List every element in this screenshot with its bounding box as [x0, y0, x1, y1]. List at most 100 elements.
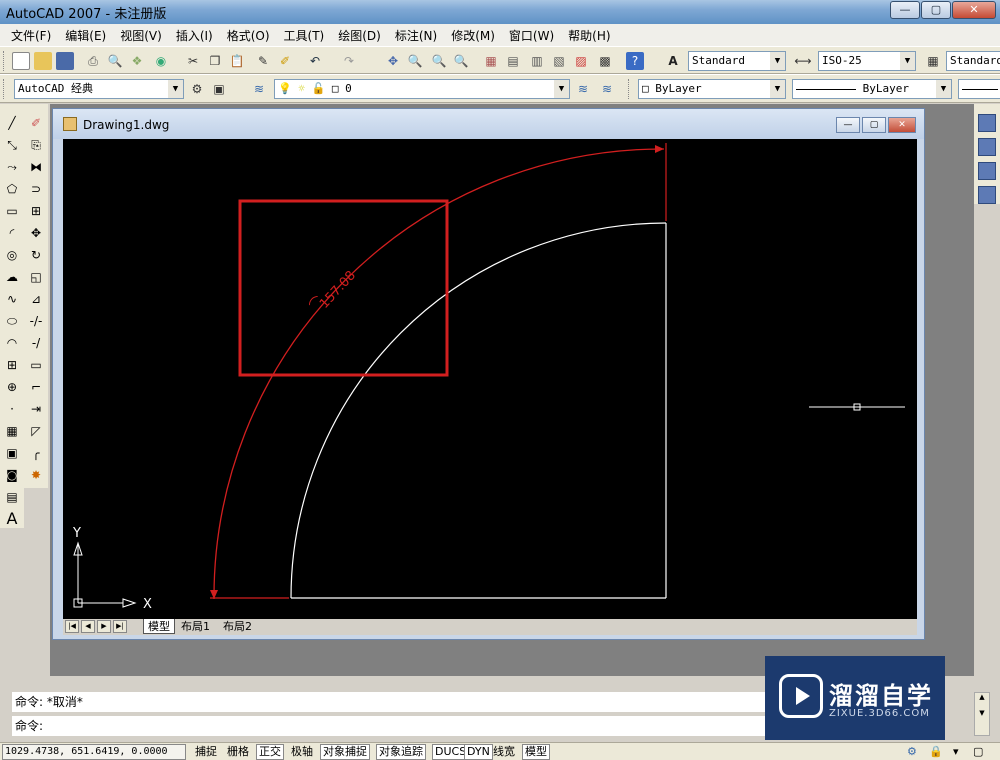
- copy-icon[interactable]: ❐: [206, 52, 224, 70]
- rotate-icon[interactable]: ↻: [27, 246, 45, 264]
- prev-tab-button[interactable]: ◀: [81, 620, 95, 633]
- circle-icon[interactable]: ◎: [3, 246, 21, 264]
- menu-draw[interactable]: 绘图(D): [331, 27, 388, 44]
- match-properties-icon[interactable]: ✎: [254, 52, 272, 70]
- text-style-icon[interactable]: A: [664, 52, 682, 70]
- point-icon[interactable]: ·: [3, 400, 21, 418]
- rectangle-icon[interactable]: ▭: [3, 202, 21, 220]
- mirror-icon[interactable]: ⧓: [27, 158, 45, 176]
- linetype-select[interactable]: ByLayer ▼: [792, 79, 952, 99]
- grid-toggle[interactable]: 栅格: [224, 744, 252, 760]
- lineweight-select[interactable]: [958, 79, 1000, 99]
- erase-icon[interactable]: ✐: [27, 114, 45, 132]
- menu-file[interactable]: 文件(F): [4, 27, 58, 44]
- spline-icon[interactable]: ∿: [3, 290, 21, 308]
- zoom-window-icon[interactable]: 🔍: [430, 52, 448, 70]
- drawing-minimize-button[interactable]: —: [836, 117, 860, 133]
- toolbar-grip[interactable]: [628, 79, 631, 99]
- color-select[interactable]: □ ByLayer ▼: [638, 79, 786, 99]
- close-button[interactable]: ✕: [952, 1, 996, 19]
- calculator-icon[interactable]: ▩: [596, 52, 614, 70]
- new-file-icon[interactable]: [12, 52, 30, 70]
- toolbar-grip[interactable]: [3, 51, 6, 71]
- properties-icon[interactable]: ▦: [482, 52, 500, 70]
- open-file-icon[interactable]: [34, 52, 52, 70]
- ellipse-arc-icon[interactable]: ◠: [3, 334, 21, 352]
- menu-help[interactable]: 帮助(H): [561, 27, 617, 44]
- coordinate-readout[interactable]: 1029.4738, 651.6419, 0.0000: [2, 744, 186, 760]
- next-tab-button[interactable]: ▶: [97, 620, 111, 633]
- web-icon[interactable]: ◉: [152, 52, 170, 70]
- first-tab-button[interactable]: |◀: [65, 620, 79, 633]
- command-scrollbar[interactable]: ▲ ▼: [974, 692, 990, 736]
- polygon-icon[interactable]: ⬠: [3, 180, 21, 198]
- save-workspace-icon[interactable]: ▣: [210, 80, 228, 98]
- menu-dimension[interactable]: 标注(N): [388, 27, 444, 44]
- bring-to-front-icon[interactable]: [978, 114, 996, 132]
- print-icon[interactable]: ⎙: [84, 52, 102, 70]
- break-at-point-icon[interactable]: ▭: [27, 356, 45, 374]
- gradient-icon[interactable]: ▣: [3, 444, 21, 462]
- revision-cloud-icon[interactable]: ☁: [3, 268, 21, 286]
- menu-tools[interactable]: 工具(T): [277, 27, 332, 44]
- line-icon[interactable]: ╱: [3, 114, 21, 132]
- make-layer-current-icon[interactable]: ≋: [574, 80, 592, 98]
- trim-icon[interactable]: -/-: [27, 312, 45, 330]
- zoom-previous-icon[interactable]: 🔍: [452, 52, 470, 70]
- copy-object-icon[interactable]: ⎘: [27, 136, 45, 154]
- table-style-icon[interactable]: ▦: [924, 52, 942, 70]
- pan-icon[interactable]: ✥: [384, 52, 402, 70]
- command-input[interactable]: 命令:: [12, 716, 782, 736]
- sheet-set-icon[interactable]: ▧: [550, 52, 568, 70]
- last-tab-button[interactable]: ▶|: [113, 620, 127, 633]
- menu-window[interactable]: 窗口(W): [502, 27, 561, 44]
- stretch-icon[interactable]: ⊿: [27, 290, 45, 308]
- menu-edit[interactable]: 编辑(E): [58, 27, 113, 44]
- communication-center-icon[interactable]: ⚙: [904, 744, 920, 760]
- print-preview-icon[interactable]: 🔍: [106, 52, 124, 70]
- menu-insert[interactable]: 插入(I): [169, 27, 220, 44]
- cut-icon[interactable]: ✂: [184, 52, 202, 70]
- menu-modify[interactable]: 修改(M): [444, 27, 502, 44]
- markup-icon[interactable]: ▨: [572, 52, 590, 70]
- minimize-button[interactable]: —: [890, 1, 920, 19]
- bring-forward-icon[interactable]: [978, 162, 996, 180]
- polyline-icon[interactable]: ⤳: [3, 158, 21, 176]
- join-icon[interactable]: ⇥: [27, 400, 45, 418]
- layer-manager-icon[interactable]: ≋: [250, 80, 268, 98]
- scale-icon[interactable]: ◱: [27, 268, 45, 286]
- ellipse-icon[interactable]: ⬭: [3, 312, 21, 330]
- tab-layout2[interactable]: 布局2: [219, 619, 256, 634]
- osnap-toggle[interactable]: 对象捕捉: [320, 744, 370, 760]
- design-center-icon[interactable]: ▤: [504, 52, 522, 70]
- tool-palettes-icon[interactable]: ▥: [528, 52, 546, 70]
- menu-view[interactable]: 视图(V): [113, 27, 169, 44]
- explode-icon[interactable]: ✸: [27, 466, 45, 484]
- model-space-toggle[interactable]: 模型: [522, 744, 550, 760]
- send-backward-icon[interactable]: [978, 186, 996, 204]
- lineweight-toggle[interactable]: 线宽: [490, 744, 518, 760]
- dyn-toggle[interactable]: DYN: [464, 744, 493, 760]
- tab-layout1[interactable]: 布局1: [177, 619, 214, 634]
- toolbar-grip[interactable]: [3, 79, 6, 99]
- paste-icon[interactable]: 📋: [228, 52, 246, 70]
- table-icon[interactable]: ▤: [3, 488, 21, 506]
- text-style-select[interactable]: Standard ▼: [688, 51, 786, 71]
- maximize-button[interactable]: ▢: [921, 1, 951, 19]
- send-to-back-icon[interactable]: [978, 138, 996, 156]
- arc-icon[interactable]: ◜: [3, 224, 21, 242]
- construction-line-icon[interactable]: ⤡: [3, 136, 21, 154]
- ortho-toggle[interactable]: 正交: [256, 744, 284, 760]
- extend-icon[interactable]: -/: [27, 334, 45, 352]
- fillet-icon[interactable]: ╭: [27, 444, 45, 462]
- drawing-close-button[interactable]: ✕: [888, 117, 916, 133]
- workspace-select[interactable]: AutoCAD 经典 ▼: [14, 79, 184, 99]
- publish-icon[interactable]: ❖: [128, 52, 146, 70]
- table-style-select[interactable]: Standard: [946, 51, 1000, 71]
- chamfer-icon[interactable]: ◸: [27, 422, 45, 440]
- menu-format[interactable]: 格式(O): [220, 27, 277, 44]
- dim-style-icon[interactable]: ⟷: [794, 52, 812, 70]
- region-icon[interactable]: ◙: [3, 466, 21, 484]
- break-icon[interactable]: ⌐: [27, 378, 45, 396]
- save-icon[interactable]: [56, 52, 74, 70]
